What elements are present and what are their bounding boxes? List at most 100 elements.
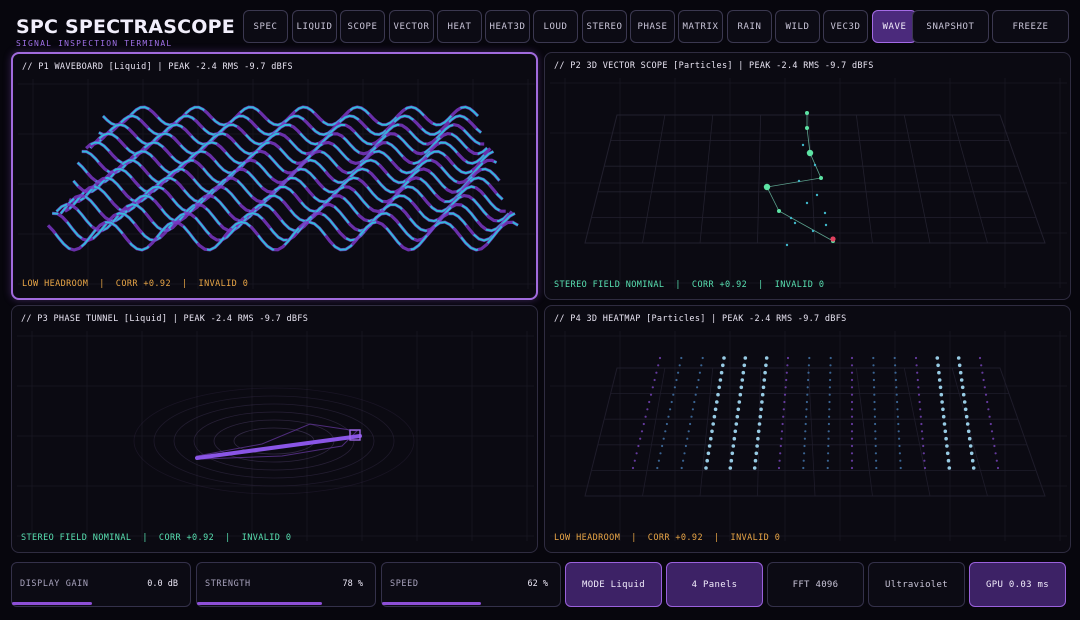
- heat-cell: [806, 386, 809, 389]
- panel-vector-scope[interactable]: // P2 3D VECTOR SCOPE [Particles] | PEAK…: [544, 52, 1071, 300]
- panel-waveboard[interactable]: // P1 WAVEBOARD [Liquid] | PEAK -2.4 RMS…: [11, 52, 538, 300]
- tunnel-ring: [173, 403, 375, 479]
- heat-cell: [894, 378, 897, 382]
- tab-heat[interactable]: HEAT: [437, 10, 482, 43]
- heat-cell: [958, 370, 963, 375]
- floor-line: [808, 367, 816, 497]
- tab-rain[interactable]: RAIN: [727, 10, 772, 43]
- heat-cell: [987, 408, 990, 411]
- panel-heatmap[interactable]: // P4 3D HEATMAP [Particles] | PEAK -2.4…: [544, 305, 1071, 553]
- tunnel-ring: [153, 395, 395, 487]
- heat-cell: [992, 437, 995, 440]
- heat-cell: [732, 436, 737, 441]
- heat-cell: [753, 458, 758, 463]
- heat-cell: [828, 408, 831, 411]
- heat-cell: [743, 356, 748, 360]
- heat-cell: [916, 378, 919, 382]
- heat-cell: [633, 459, 636, 462]
- theme-button[interactable]: Ultraviolet: [868, 562, 965, 607]
- speed-slider[interactable]: SPEED 62 %: [381, 562, 561, 607]
- heat-cell: [938, 385, 943, 390]
- heat-cell: [828, 415, 831, 418]
- tab-heat3d[interactable]: HEAT3D: [485, 10, 530, 43]
- floor-line: [757, 114, 762, 244]
- heat-cell: [850, 430, 854, 433]
- heat-cell: [945, 451, 950, 456]
- floor-line: [855, 114, 873, 244]
- tab-loud[interactable]: LOUD: [533, 10, 578, 43]
- heat-cell: [675, 378, 678, 382]
- heat-cell: [850, 364, 854, 367]
- heat-cell: [742, 363, 747, 368]
- fft-size-button[interactable]: FFT 4096: [767, 562, 864, 607]
- heat-cell: [682, 459, 685, 462]
- heat-cell: [874, 452, 877, 455]
- heat-cell: [941, 407, 945, 412]
- heat-cell: [827, 444, 830, 448]
- tab-stereo[interactable]: STEREO: [582, 10, 627, 43]
- heat-cell: [827, 452, 830, 455]
- slider-value: 78 %: [342, 579, 363, 589]
- heat-cell: [805, 400, 808, 404]
- heat-cell: [673, 386, 676, 389]
- heat-cell: [737, 400, 742, 404]
- heat-cell: [667, 415, 670, 418]
- panels-button[interactable]: 4 Panels: [666, 562, 763, 607]
- heat-cell: [947, 466, 952, 470]
- heat-cell: [783, 400, 786, 404]
- strength-slider[interactable]: STRENGTH 78 %: [196, 562, 376, 607]
- heat-cell: [655, 371, 658, 374]
- heat-cell: [659, 452, 662, 455]
- heat-cell: [656, 466, 659, 470]
- heat-cell: [850, 400, 854, 404]
- heat-cell: [803, 452, 806, 455]
- heat-cell: [762, 378, 767, 382]
- heat-cell: [914, 356, 918, 360]
- tab-scope[interactable]: SCOPE: [340, 10, 385, 43]
- heat-cell: [850, 437, 854, 440]
- display-gain-slider[interactable]: DISPLAY GAIN 0.0 dB: [11, 562, 191, 607]
- panel-phase-tunnel[interactable]: // P3 PHASE TUNNEL [Liquid] | PEAK -2.4 …: [11, 305, 538, 553]
- heat-cell: [922, 444, 925, 448]
- tab-matrix[interactable]: MATRIX: [678, 10, 723, 43]
- heat-cell: [786, 364, 789, 367]
- heat-cell: [993, 444, 996, 448]
- heat-cell: [802, 466, 805, 470]
- tab-wild[interactable]: WILD: [775, 10, 820, 43]
- heat-cell: [988, 415, 991, 418]
- tab-phase[interactable]: PHASE: [630, 10, 675, 43]
- freeze-button[interactable]: FREEZE: [992, 10, 1069, 43]
- tab-liquid[interactable]: LIQUID: [292, 10, 337, 43]
- tab-spec[interactable]: SPEC: [243, 10, 288, 43]
- heat-cell: [984, 393, 988, 396]
- heat-cell: [961, 392, 966, 397]
- heat-cell: [874, 422, 877, 426]
- heat-cell: [752, 466, 757, 470]
- slider-fill: [12, 602, 93, 605]
- heat-cell: [757, 422, 762, 426]
- heat-cell: [850, 452, 854, 455]
- heat-cell: [964, 414, 969, 419]
- tab-vector[interactable]: VECTOR: [389, 10, 434, 43]
- heat-cell: [758, 414, 763, 419]
- heat-cell: [756, 429, 761, 434]
- heat-cell: [978, 356, 982, 360]
- heat-cell: [829, 378, 832, 382]
- heat-cell: [917, 386, 920, 389]
- heat-cell: [756, 436, 760, 441]
- heat-cell: [826, 459, 829, 462]
- floor-line: [903, 367, 931, 497]
- heat-cell: [874, 430, 877, 433]
- tab-vec3d[interactable]: VEC3D: [823, 10, 868, 43]
- heat-cell: [898, 444, 901, 448]
- heat-cell: [779, 444, 782, 448]
- gpu-stat-button[interactable]: GPU 0.03 ms: [969, 562, 1066, 607]
- slider-label: DISPLAY GAIN: [20, 579, 89, 589]
- heat-cell: [994, 452, 997, 455]
- mode-button[interactable]: MODE Liquid: [565, 562, 662, 607]
- snapshot-button[interactable]: SNAPSHOT: [912, 10, 989, 43]
- heat-cell: [899, 459, 902, 462]
- tab-wave[interactable]: WAVE: [872, 10, 917, 43]
- heatmap-visualization: [550, 331, 1067, 541]
- heat-cell: [946, 458, 951, 463]
